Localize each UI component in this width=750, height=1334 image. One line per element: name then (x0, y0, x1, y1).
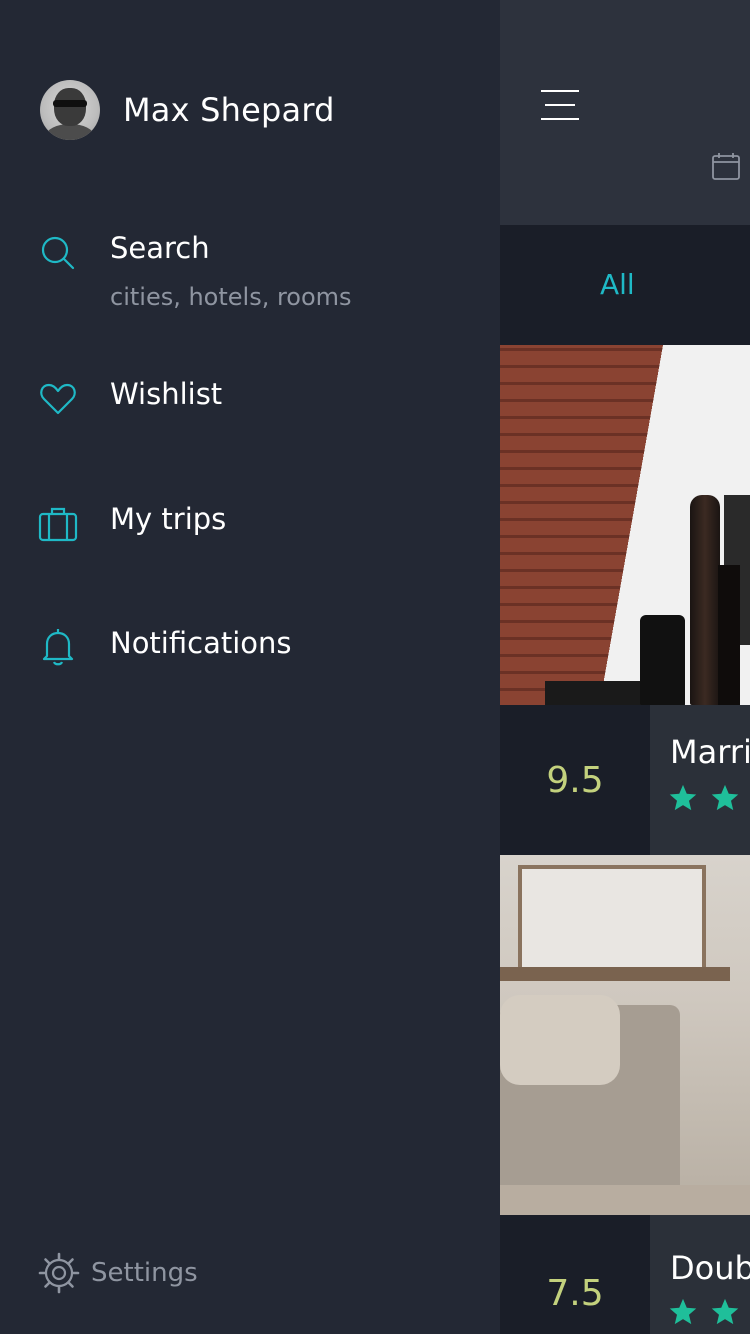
menu-item-wishlist[interactable]: Wishlist (0, 373, 500, 423)
hotel-info[interactable]: Doub (650, 1215, 750, 1334)
top-bar (500, 0, 750, 225)
user-name: Max Shepard (123, 91, 335, 129)
user-avatar[interactable] (40, 80, 100, 140)
user-profile[interactable]: Max Shepard (40, 80, 335, 140)
tab-all[interactable]: All (600, 268, 635, 301)
calendar-icon[interactable] (712, 152, 740, 180)
star-icon (669, 1298, 697, 1325)
gear-icon (38, 1252, 80, 1294)
filter-tabs: All (500, 225, 750, 345)
menu-item-notifications[interactable]: Notifications (0, 622, 500, 672)
settings-label: Settings (91, 1258, 198, 1288)
main-content: All 9.5 Marric 7.5 Doub (500, 0, 750, 1334)
menu-item-label: My trips (110, 502, 227, 536)
navigation-drawer: Max Shepard Search cities, hotels, rooms… (0, 0, 500, 1334)
suitcase-icon (38, 507, 78, 542)
menu-item-label: Wishlist (110, 377, 223, 411)
bell-icon (42, 629, 74, 666)
hotel-name: Doub (670, 1249, 750, 1287)
star-icon (711, 1298, 739, 1325)
star-icon (711, 784, 739, 811)
hotel-rating: 9.5 (546, 759, 604, 801)
menu-item-sublabel: cities, hotels, rooms (110, 283, 352, 311)
heart-icon (40, 383, 76, 415)
settings-button[interactable]: Settings (38, 1252, 238, 1296)
menu-item-label: Notifications (110, 626, 292, 660)
hotel-image[interactable] (500, 345, 750, 705)
hotel-name: Marric (670, 733, 750, 771)
hotel-rating-box: 7.5 (500, 1215, 650, 1334)
search-icon (41, 236, 75, 270)
hotel-stars (668, 783, 740, 813)
hotel-rating: 7.5 (546, 1272, 604, 1314)
hotel-rating-box: 9.5 (500, 705, 650, 855)
menu-item-label: Search (110, 231, 210, 265)
hotel-image[interactable] (500, 855, 750, 1215)
hotel-stars (668, 1297, 740, 1327)
menu-item-search[interactable]: Search cities, hotels, rooms (0, 225, 500, 325)
star-icon (669, 784, 697, 811)
menu-item-my-trips[interactable]: My trips (0, 498, 500, 548)
hotel-info[interactable]: Marric (650, 705, 750, 855)
hamburger-menu-icon[interactable] (541, 90, 579, 120)
